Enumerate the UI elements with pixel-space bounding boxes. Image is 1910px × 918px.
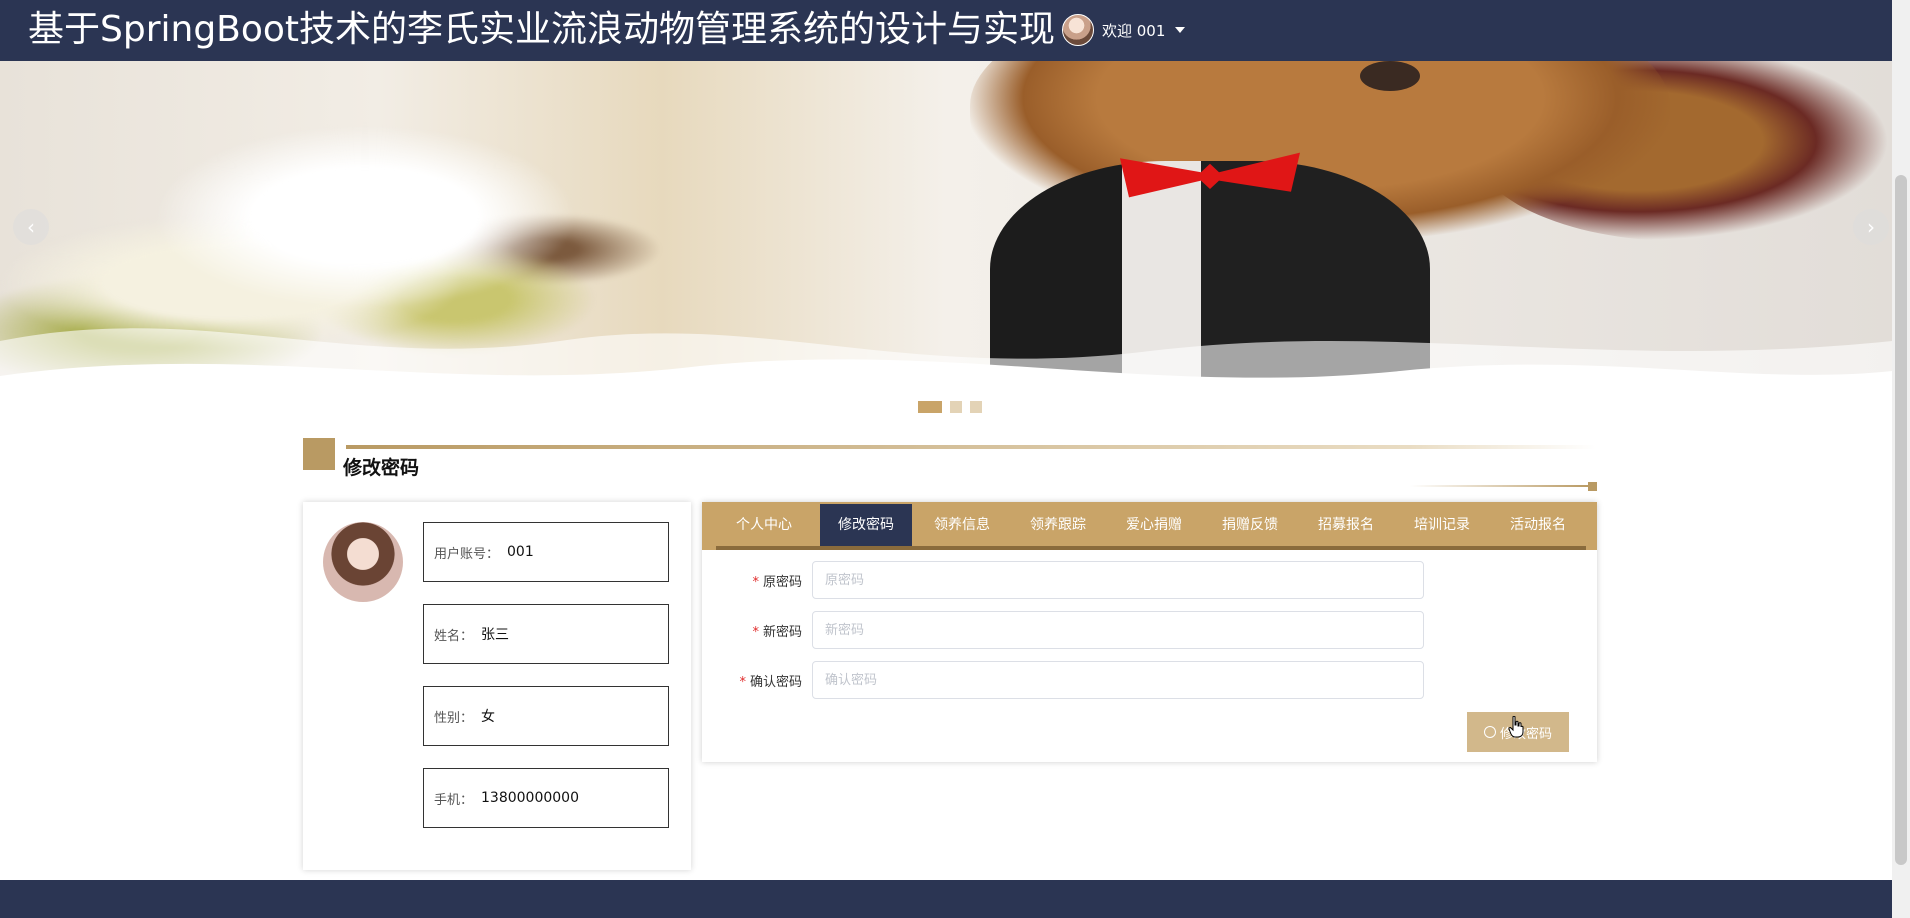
tab-donation[interactable]: 爱心捐赠 <box>1108 504 1200 546</box>
form-label: * 新密码 <box>702 621 812 640</box>
page-scrollbar[interactable] <box>1892 0 1910 918</box>
carousel-indicators <box>918 401 982 413</box>
form-label-text: 原密码 <box>762 574 802 590</box>
tab-recruit-signup[interactable]: 招募报名 <box>1300 504 1392 546</box>
required-asterisk: * <box>739 674 746 690</box>
carousel-next-button[interactable]: › <box>1853 209 1889 245</box>
tab-adoption-tracking[interactable]: 领养跟踪 <box>1012 504 1104 546</box>
footer <box>0 880 1892 918</box>
scrollbar-thumb[interactable] <box>1895 175 1907 865</box>
tab-personal-center[interactable]: 个人中心 <box>716 504 812 546</box>
form-label-text: 确认密码 <box>749 674 802 690</box>
new-password-input[interactable] <box>812 611 1424 649</box>
change-password-card: 个人中心 修改密码 领养信息 领养跟踪 爱心捐赠 捐赠反馈 招募报名 培训记录 … <box>702 502 1597 762</box>
profile-field-gender: 性别： 女 <box>423 686 669 746</box>
carousel-indicator-3[interactable] <box>970 401 982 413</box>
profile-field-label: 性别： <box>434 710 474 726</box>
tab-adoption-info[interactable]: 领养信息 <box>916 504 1008 546</box>
site-title: 基于SpringBoot技术的李氏实业流浪动物管理系统的设计与实现 <box>28 9 1056 50</box>
tab-activity-signup[interactable]: 活动报名 <box>1492 504 1584 546</box>
section-title: 修改密码 <box>343 457 420 479</box>
profile-field-value: 001 <box>507 544 534 560</box>
profile-field-label: 手机： <box>434 792 474 808</box>
profile-field-label: 姓名： <box>434 628 474 644</box>
confirm-password-input[interactable] <box>812 661 1424 699</box>
profile-field-label: 用户账号： <box>434 546 500 562</box>
profile-card: 用户账号： 001 姓名： 张三 性别： 女 手机： 13800000000 <box>303 502 691 870</box>
carousel-prev-button[interactable]: ‹ <box>13 209 49 245</box>
profile-field-value: 13800000000 <box>481 790 579 806</box>
welcome-text[interactable]: 欢迎 001 <box>1102 20 1165 41</box>
top-navbar: 基于SpringBoot技术的李氏实业流浪动物管理系统的设计与实现 欢迎 001 <box>0 0 1910 61</box>
profile-field-account: 用户账号： 001 <box>423 522 669 582</box>
check-circle-icon <box>1483 726 1496 738</box>
required-asterisk: * <box>752 624 759 640</box>
banner-image-dog-nose <box>1360 61 1420 91</box>
profile-field-name: 姓名： 张三 <box>423 604 669 664</box>
tab-donation-feedback[interactable]: 捐赠反馈 <box>1204 504 1296 546</box>
form-label: * 原密码 <box>702 571 812 590</box>
profile-avatar <box>323 522 403 602</box>
carousel-indicator-1[interactable] <box>918 401 942 413</box>
user-avatar[interactable] <box>1062 14 1094 46</box>
required-asterisk: * <box>752 574 759 590</box>
profile-field-value: 女 <box>481 709 496 725</box>
chevron-down-icon[interactable] <box>1175 27 1186 33</box>
user-center-tabs: 个人中心 修改密码 领养信息 领养跟踪 爱心捐赠 捐赠反馈 招募报名 培训记录 … <box>702 502 1597 550</box>
section-divider-square <box>1588 482 1597 491</box>
old-password-input[interactable] <box>812 561 1424 599</box>
tab-training-records[interactable]: 培训记录 <box>1396 504 1488 546</box>
tab-change-password[interactable]: 修改密码 <box>820 504 912 546</box>
form-row-new-password: * 新密码 <box>702 610 1424 650</box>
section-heading-line <box>346 445 1596 449</box>
hand-cursor-icon <box>1508 716 1524 738</box>
banner-carousel[interactable]: ‹ › <box>0 61 1892 421</box>
form-label-text: 新密码 <box>762 624 802 640</box>
profile-field-phone: 手机： 13800000000 <box>423 768 669 828</box>
section-heading-square <box>303 438 335 470</box>
carousel-indicator-2[interactable] <box>950 401 962 413</box>
form-label: * 确认密码 <box>702 671 812 690</box>
user-menu[interactable]: 欢迎 001 <box>1062 14 1186 46</box>
tab-underline <box>716 546 1586 550</box>
profile-field-value: 张三 <box>481 627 510 643</box>
form-row-old-password: * 原密码 <box>702 560 1424 600</box>
form-row-confirm-password: * 确认密码 <box>702 660 1424 700</box>
section-divider-line <box>1410 485 1590 487</box>
